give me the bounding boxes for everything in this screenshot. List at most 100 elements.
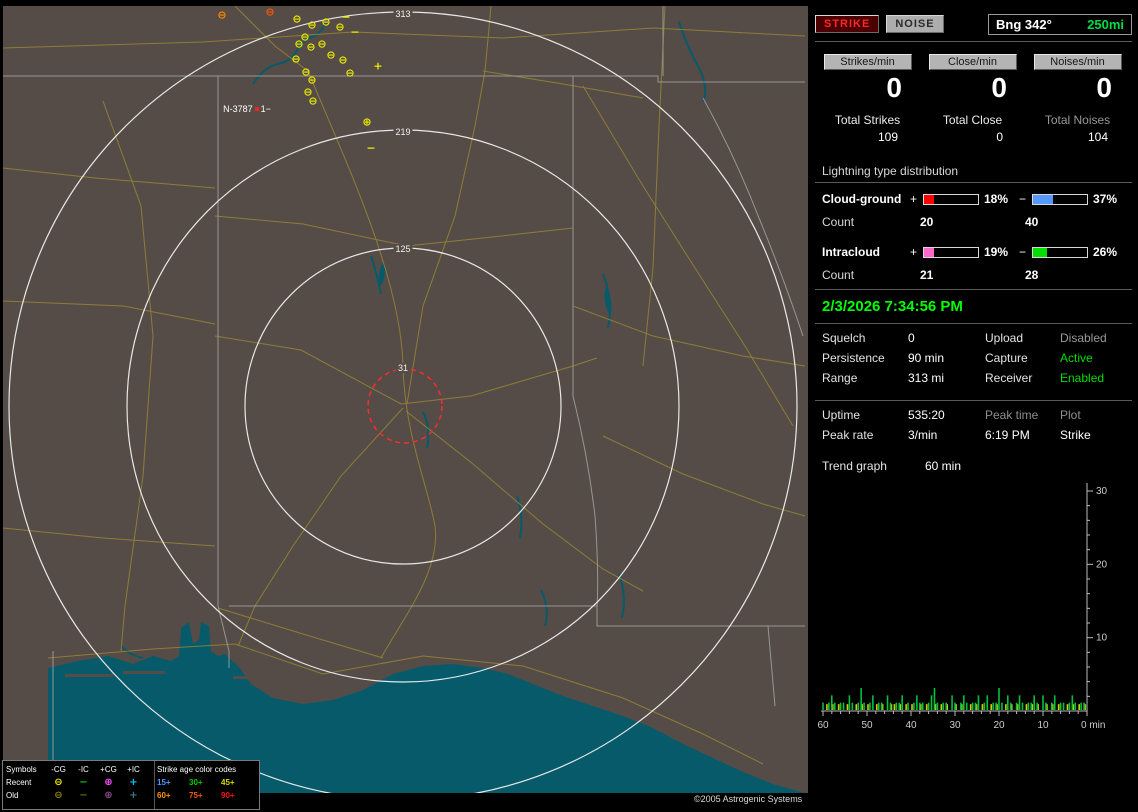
svg-text:0 min: 0 min (1081, 720, 1105, 731)
rate-buttons-row: Strikes/min Close/min Noises/min (815, 54, 1132, 70)
uptime-label: Uptime (822, 408, 861, 422)
squelch-label: Squelch (822, 331, 866, 345)
cg-minus-fill (1033, 194, 1053, 204)
strike-symbol: ⊖ (321, 15, 331, 29)
strike-symbol-layer: ⊖ ⊖ ⊖ ⊖ ⊖ ⊖ − − ⊖ ⊖ ⊖ ⊖ ⊖ ⊖ ⊖ + ⊖ ⊖ ⊖ ⊖ ⊖ ⊕ − (3, 6, 808, 793)
stats-grid: Uptime 535:20 Peak time Plot Peak rate 3… (822, 405, 1132, 445)
bearing-value: Bng 342° (996, 16, 1052, 32)
copyright-text: ©2005 Astrogenic Systems (694, 794, 803, 804)
map-legend: Symbols -CG -IC +CG +IC Recent ⊖ − ⊕ + Old ⊖ − ⊕… (2, 760, 260, 810)
svg-text:30: 30 (1096, 486, 1108, 497)
legend-col-header: -CG (51, 765, 66, 774)
range-ring-label: 219 (393, 127, 413, 137)
strike-symbol: ⊖ (307, 73, 317, 87)
total-close-value: 0 (996, 130, 1003, 144)
legend-column-headers: -CG -IC +CG +IC (46, 765, 146, 774)
strike-symbol: ⊖ (306, 40, 316, 54)
trend-graph-label: Trend graph (822, 459, 887, 473)
legend-age-row-2: 60+ 75+ 90+ (157, 789, 259, 802)
svg-text:30: 30 (949, 720, 961, 731)
noises-per-min-button[interactable]: Noises/min (1033, 54, 1122, 70)
cg-minus-pct: 37% (1093, 192, 1118, 206)
close-per-min-button[interactable]: Close/min (928, 54, 1017, 70)
strike-symbol: ⊖ (294, 37, 304, 51)
noise-indicator-button[interactable]: NOISE (886, 15, 944, 33)
legend-age-row-1: 15+ 30+ 45+ (157, 776, 259, 789)
close-per-min-value: 0 (991, 72, 1007, 103)
strike-indicator-button[interactable]: STRIKE (815, 15, 880, 33)
squelch-value: 0 (908, 331, 915, 345)
station-label: N-3787 1− (223, 104, 271, 114)
distribution-header: Lightning type distribution (815, 164, 1132, 183)
cg-plus-bar (923, 193, 979, 205)
strike-symbol: ⊖ (308, 94, 318, 108)
ic-plus-count: 21 (920, 268, 934, 282)
trend-window-value: 60 min (925, 459, 962, 473)
legend-old-label: Old (6, 791, 19, 800)
ic-plus-fill (924, 247, 935, 257)
strike-symbol: − (341, 10, 351, 24)
lightning-map[interactable]: 313 219 125 31 ⊖ ⊖ ⊖ ⊖ ⊖ ⊖ − − ⊖ ⊖ ⊖ ⊖ ⊖ ⊖ ⊖ + ⊖ ⊖ ⊖ ⊖ ⊖ ⊕ − N… (3, 6, 808, 793)
age-code: 75+ (189, 791, 203, 800)
age-code: 45+ (221, 778, 235, 787)
peak-rate-value: 3/min (908, 428, 938, 442)
ic-minus-pct: 26% (1093, 245, 1118, 259)
minus-sign: − (1019, 245, 1027, 259)
nexstorm-app: { "map": { "ring_labels": ["313", "219",… (0, 0, 1138, 812)
total-close-label: Total Close (942, 113, 1003, 127)
age-code: 15+ (157, 778, 171, 787)
settings-grid: Squelch 0 Upload Disabled Persistence 90… (822, 328, 1132, 388)
peak-rate-label: Peak rate (822, 428, 874, 442)
legend-col-header: -IC (78, 765, 89, 774)
indicator-bar: STRIKE NOISE Bng 342° 250mi (815, 10, 1132, 35)
ic-plus-bar (923, 246, 979, 258)
ic-plus-pct: 19% (984, 245, 1009, 259)
strikes-per-min-button[interactable]: Strikes/min (823, 54, 912, 70)
strike-symbol: ⊖ (292, 12, 302, 26)
legend-col-header: +CG (100, 765, 117, 774)
strike-symbol: ⊕ (362, 115, 372, 129)
legend-recent-label: Recent (6, 778, 32, 787)
strike-symbol: − (350, 25, 360, 39)
current-datetime: 2/3/2026 7:34:56 PM (822, 298, 963, 315)
intracloud-label: Intracloud (822, 245, 881, 259)
legend-recent-symbols: ⊖ − ⊕ + (46, 776, 146, 788)
svg-text:20: 20 (993, 720, 1005, 731)
ic-minus-fill (1033, 247, 1048, 257)
total-strikes-label: Total Strikes (834, 113, 901, 127)
count-label: Count (822, 215, 855, 229)
receiver-status: Enabled (1060, 371, 1105, 385)
trend-graph: 30 20 10 60 50 40 30 20 10 0 min (817, 483, 1108, 731)
intracloud-row: Intracloud + 19% − 26% (822, 244, 1132, 260)
legend-symbol: ⊖ (54, 776, 63, 788)
cg-minus-bar (1032, 193, 1088, 205)
range-setting-value: 313 mi (908, 371, 945, 385)
strike-symbol: ⊖ (338, 53, 348, 67)
ic-count-row: Count 21 28 (822, 268, 1132, 283)
divider (815, 41, 1132, 42)
legend-symbol: ⊕ (104, 789, 113, 801)
capture-label: Capture (985, 351, 1028, 365)
strike-symbol: ⊖ (217, 8, 227, 22)
svg-text:40: 40 (905, 720, 917, 731)
cg-count-row: Count 20 40 (822, 215, 1132, 230)
count-label: Count (822, 268, 855, 282)
peak-time-label: Peak time (985, 408, 1039, 422)
legend-symbol: ⊕ (104, 776, 113, 788)
total-strikes-value: 109 (877, 130, 898, 144)
divider (815, 289, 1132, 290)
svg-text:60: 60 (817, 720, 829, 731)
strike-symbol: − (366, 141, 376, 155)
legend-symbol: − (79, 789, 88, 801)
persistence-value: 90 min (908, 351, 945, 365)
ic-minus-count: 28 (1025, 268, 1039, 282)
plot-label: Plot (1060, 408, 1081, 422)
status-panel: STRIKE NOISE Bng 342° 250mi Strikes/min … (815, 10, 1132, 806)
plus-sign: + (910, 192, 918, 206)
station-marker-icon (254, 107, 259, 111)
uptime-value: 535:20 (908, 408, 945, 422)
legend-old-symbols: ⊖ − ⊕ + (46, 789, 146, 801)
cg-minus-count: 40 (1025, 215, 1039, 229)
legend-symbol: + (129, 789, 138, 801)
total-noises-value: 104 (1087, 130, 1108, 144)
